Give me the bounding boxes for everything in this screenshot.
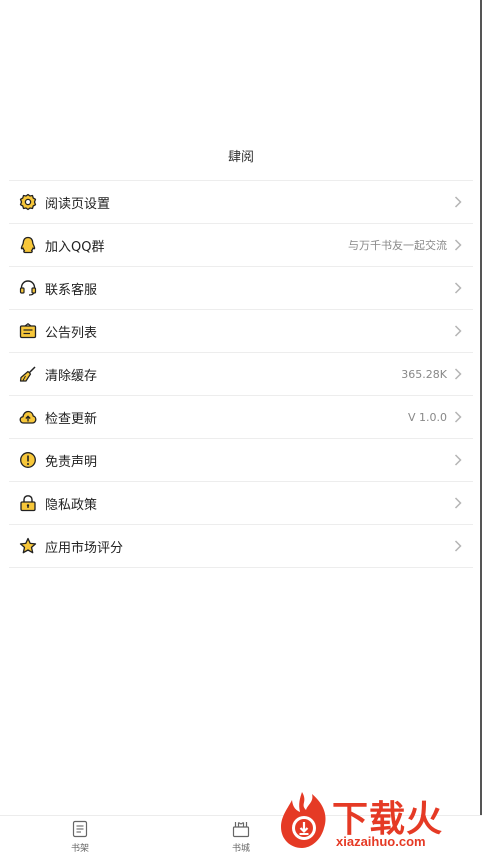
chevron-right-icon: [453, 238, 463, 252]
watermark-logo: 下载火 xiazaihuo.com: [278, 790, 478, 852]
menu-item-label: 免责声明: [45, 454, 98, 470]
chevron-right-icon: [453, 496, 463, 510]
notice-board-icon: [18, 321, 38, 341]
chevron-right-icon: [453, 539, 463, 553]
chevron-right-icon: [453, 324, 463, 338]
cloud-upload-icon: [18, 407, 38, 427]
star-icon: [18, 536, 38, 556]
menu-item-disclaimer[interactable]: 免责声明: [9, 439, 473, 482]
broom-icon: [18, 364, 38, 384]
tab-bookstore[interactable]: 书城: [211, 820, 271, 854]
page-title: 肆阅: [227, 150, 254, 165]
menu-item-reading-settings[interactable]: 阅读页设置: [9, 181, 473, 224]
bookshelf-icon: [71, 820, 89, 838]
menu-item-label: 清除缓存: [45, 368, 98, 384]
gear-icon: [18, 192, 38, 212]
exclamation-circle-icon: [18, 450, 38, 470]
chevron-right-icon: [453, 195, 463, 209]
chevron-right-icon: [453, 410, 463, 424]
menu-item-clear-cache[interactable]: 清除缓存 365.28K: [9, 353, 473, 396]
menu-item-label: 阅读页设置: [45, 196, 111, 212]
menu-item-rate-app[interactable]: 应用市场评分: [9, 525, 473, 568]
menu-item-value: 与万千书友一起交流: [348, 239, 447, 252]
menu-item-label: 检查更新: [45, 411, 98, 427]
watermark-url: xiazaihuo.com: [336, 834, 426, 849]
menu-item-join-qq-group[interactable]: 加入QQ群 与万千书友一起交流: [9, 224, 473, 267]
qq-penguin-icon: [18, 235, 38, 255]
tab-label: 书架: [70, 844, 89, 854]
lock-icon: [18, 493, 38, 513]
tab-label: 书城: [231, 844, 250, 854]
bookstore-icon: [232, 820, 250, 838]
menu-item-announcements[interactable]: 公告列表: [9, 310, 473, 353]
chevron-right-icon: [453, 281, 463, 295]
chevron-right-icon: [453, 367, 463, 381]
settings-menu: 阅读页设置 加入QQ群 与万千书友一起交流 联系客服 公告列表 清除缓存 365…: [9, 180, 473, 568]
flame-download-icon: [281, 792, 326, 848]
menu-item-label: 联系客服: [45, 282, 98, 298]
menu-item-label: 隐私政策: [45, 497, 98, 513]
tab-bookshelf[interactable]: 书架: [50, 820, 110, 854]
menu-item-check-update[interactable]: 检查更新 V 1.0.0: [9, 396, 473, 439]
menu-item-value: V 1.0.0: [407, 410, 447, 424]
menu-item-value: 365.28K: [401, 367, 447, 381]
headset-icon: [18, 278, 38, 298]
menu-item-privacy-policy[interactable]: 隐私政策: [9, 482, 473, 525]
menu-item-label: 应用市场评分: [45, 540, 124, 556]
menu-item-contact-support[interactable]: 联系客服: [9, 267, 473, 310]
chevron-right-icon: [453, 453, 463, 467]
menu-item-label: 加入QQ群: [45, 239, 105, 255]
menu-item-label: 公告列表: [45, 325, 98, 341]
